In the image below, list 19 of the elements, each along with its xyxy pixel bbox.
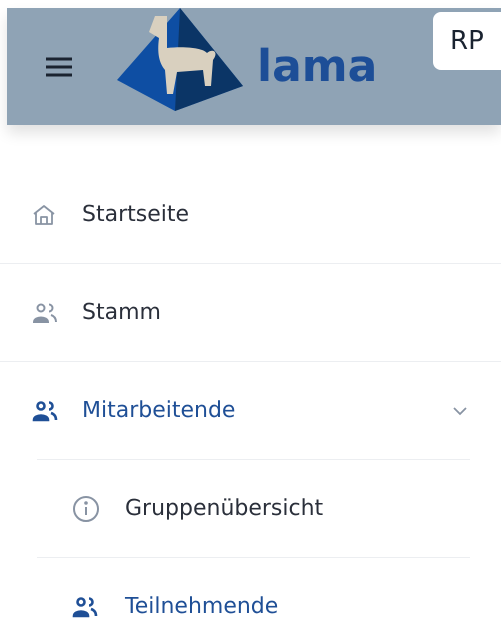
nav-label: Stamm [82, 299, 161, 327]
people-icon [72, 596, 98, 618]
nav-label: Startseite [82, 201, 190, 229]
home-icon [32, 204, 56, 226]
user-button[interactable]: RP [433, 12, 501, 70]
people-icon [32, 302, 58, 324]
nav-item[interactable]: Startseite [0, 166, 501, 263]
nav-item[interactable]: Mitarbeitende [0, 362, 501, 459]
info-icon [72, 494, 100, 522]
nav-item[interactable]: Gruppenübersicht [37, 460, 470, 557]
nav-label: Mitarbeitende [82, 397, 236, 425]
people-icon [32, 400, 58, 422]
nav-item[interactable]: Teilnehmende [37, 558, 470, 621]
nav-label: Gruppenübersicht [125, 495, 324, 523]
chevron-icon[interactable] [452, 406, 468, 416]
menu-icon[interactable] [45, 56, 73, 76]
nav-item[interactable]: Stamm [0, 264, 501, 361]
nav-label: Teilnehmende [125, 593, 278, 621]
logo-text: lama [257, 44, 378, 88]
